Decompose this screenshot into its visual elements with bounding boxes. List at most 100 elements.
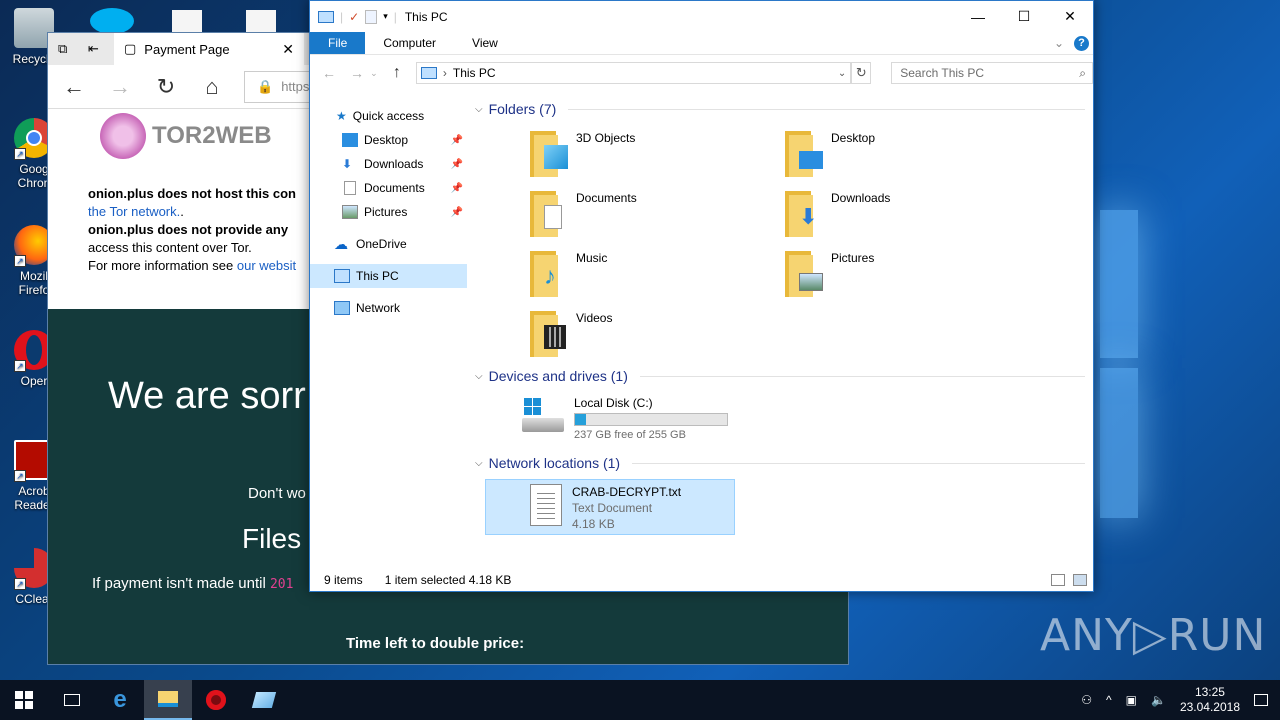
notice-line: onion.plus does not provide any bbox=[88, 222, 289, 237]
folder-music[interactable]: ♪ Music bbox=[530, 251, 607, 297]
taskbar-file-explorer[interactable] bbox=[144, 680, 192, 720]
group-folders-header[interactable]: ⌵ Folders (7) bbox=[475, 101, 1085, 117]
nav-network[interactable]: Network bbox=[310, 296, 467, 320]
file-crab-decrypt[interactable]: CRAB-DECRYPT.txt Text Document 4.18 KB bbox=[485, 479, 735, 535]
website-link[interactable]: our websit bbox=[237, 258, 296, 273]
tab-computer[interactable]: Computer bbox=[365, 32, 454, 54]
maximize-icon[interactable]: ☐ bbox=[1001, 1, 1047, 32]
separator: | bbox=[340, 9, 344, 24]
3d-cube-icon bbox=[544, 145, 568, 169]
folder-label: 3D Objects bbox=[576, 131, 636, 145]
clock[interactable]: 13:25 23.04.2018 bbox=[1180, 685, 1240, 715]
folder-3d-objects[interactable]: 3D Objects bbox=[530, 131, 635, 177]
tab-view[interactable]: View bbox=[454, 32, 516, 54]
set-aside-tabs-icon[interactable]: ⇤ bbox=[88, 41, 99, 57]
minimize-icon[interactable]: — bbox=[955, 1, 1001, 32]
up-icon[interactable]: ↑ bbox=[388, 64, 406, 82]
show-hidden-icons-icon[interactable]: ^ bbox=[1106, 693, 1112, 707]
download-arrow-icon: ⬇ bbox=[342, 157, 353, 171]
file-icon[interactable] bbox=[172, 10, 202, 34]
ransom-heading: We are sorr bbox=[108, 375, 306, 417]
task-view-button[interactable] bbox=[48, 680, 96, 720]
deadline-label: If payment isn't made until bbox=[92, 575, 266, 592]
nav-this-pc[interactable]: This PC bbox=[310, 264, 467, 288]
start-button[interactable] bbox=[0, 680, 48, 720]
back-icon[interactable]: ← bbox=[320, 65, 338, 81]
volume-icon[interactable]: 🔈 bbox=[1151, 693, 1166, 707]
nav-documents[interactable]: Documents 📌 bbox=[310, 176, 467, 200]
skype-icon[interactable] bbox=[90, 8, 134, 34]
navigation-pane: ★ Quick access Desktop 📌 ⬇ Downloads 📌 D… bbox=[310, 104, 467, 564]
help-icon[interactable]: ? bbox=[1074, 35, 1089, 51]
pin-icon[interactable]: 📌 bbox=[451, 207, 463, 218]
home-icon[interactable]: ⌂ bbox=[198, 74, 226, 100]
system-tray: ⚇ ^ ▣ 🔈 13:25 23.04.2018 bbox=[1081, 685, 1280, 715]
forward-icon[interactable]: → bbox=[106, 74, 134, 100]
nav-label: Desktop bbox=[364, 133, 409, 147]
new-folder-icon[interactable] bbox=[365, 9, 378, 24]
browser-tab[interactable]: ▢ Payment Page ✕ bbox=[114, 33, 304, 65]
pin-icon[interactable]: 📌 bbox=[451, 159, 463, 170]
taskbar-opera[interactable] bbox=[192, 680, 240, 720]
close-icon[interactable]: ✕ bbox=[1047, 1, 1093, 32]
properties-icon[interactable]: ✓ bbox=[349, 10, 359, 24]
pin-icon[interactable]: 📌 bbox=[451, 135, 463, 146]
tab-file[interactable]: File bbox=[310, 32, 366, 54]
network-icon[interactable]: ▣ bbox=[1126, 693, 1137, 707]
chevron-down-icon[interactable]: ⌵ bbox=[475, 458, 483, 469]
nav-label: Quick access bbox=[352, 109, 425, 123]
picture-icon bbox=[799, 273, 823, 291]
forward-icon[interactable]: → bbox=[348, 65, 366, 81]
search-input[interactable]: Search This PC ⌕ bbox=[891, 62, 1093, 84]
notifications-icon[interactable] bbox=[1254, 694, 1268, 706]
refresh-icon[interactable]: ↻ bbox=[851, 62, 872, 84]
group-devices-header[interactable]: ⌵ Devices and drives (1) bbox=[475, 368, 1085, 384]
back-icon[interactable]: ← bbox=[60, 74, 88, 100]
taskbar-edge[interactable]: e bbox=[96, 680, 144, 720]
text-file-icon bbox=[530, 484, 562, 526]
tab-actions-icon[interactable]: ⧉ bbox=[58, 41, 67, 57]
pin-icon[interactable]: 📌 bbox=[451, 183, 463, 194]
folder-downloads[interactable]: ⬇ Downloads bbox=[785, 191, 890, 237]
chevron-down-icon[interactable]: ⌵ bbox=[475, 104, 483, 115]
address-bar[interactable]: › This PC ⌄ bbox=[415, 62, 852, 84]
chevron-down-icon[interactable]: ⌵ bbox=[475, 371, 483, 382]
folder-documents[interactable]: Documents bbox=[530, 191, 637, 237]
taskbar-app[interactable] bbox=[240, 680, 288, 720]
nav-quick-access[interactable]: ★ Quick access bbox=[310, 104, 467, 128]
customize-toolbar-icon[interactable]: ▾ bbox=[383, 11, 388, 22]
tor-network-link[interactable]: the Tor network. bbox=[88, 204, 180, 219]
nav-label: This PC bbox=[356, 269, 399, 283]
drive-local-disk-c[interactable]: Local Disk (C:) 237 GB free of 255 GB bbox=[522, 396, 728, 441]
nav-desktop[interactable]: Desktop 📌 bbox=[310, 128, 467, 152]
horizontal-scrollbar[interactable]: › bbox=[848, 593, 849, 613]
expand-ribbon-icon[interactable]: ⌄ bbox=[1054, 36, 1064, 50]
folder-label: Music bbox=[576, 251, 608, 265]
nav-onedrive[interactable]: ☁ OneDrive bbox=[310, 232, 467, 256]
breadcrumb[interactable]: This PC bbox=[453, 66, 496, 80]
details-view-icon[interactable] bbox=[1051, 574, 1065, 586]
folder-label: Videos bbox=[576, 311, 613, 325]
group-network-header[interactable]: ⌵ Network locations (1) bbox=[475, 455, 1085, 471]
folder-desktop[interactable]: Desktop bbox=[785, 131, 875, 177]
chevron-down-icon[interactable]: ⌄ bbox=[838, 68, 850, 79]
anyrun-watermark: ANY▷RUN bbox=[1040, 610, 1267, 661]
pictures-icon bbox=[342, 205, 358, 219]
documents-icon bbox=[344, 181, 356, 195]
people-icon[interactable]: ⚇ bbox=[1081, 693, 1092, 707]
recent-locations-icon[interactable]: ⌄ bbox=[370, 68, 378, 79]
divider bbox=[639, 375, 1085, 377]
close-tab-icon[interactable]: ✕ bbox=[282, 41, 294, 58]
folder-icon bbox=[530, 191, 568, 237]
folder-videos[interactable]: Videos bbox=[530, 311, 612, 357]
refresh-icon[interactable]: ↻ bbox=[152, 74, 180, 100]
file-icon[interactable] bbox=[246, 10, 276, 34]
desktop-icon bbox=[799, 151, 823, 169]
folder-pictures[interactable]: Pictures bbox=[785, 251, 874, 297]
nav-downloads[interactable]: ⬇ Downloads 📌 bbox=[310, 152, 467, 176]
nav-pictures[interactable]: Pictures 📌 bbox=[310, 200, 467, 224]
app-icon bbox=[251, 692, 277, 708]
hard-drive-icon bbox=[522, 396, 566, 436]
large-icons-view-icon[interactable] bbox=[1073, 574, 1087, 586]
task-view-icon bbox=[64, 694, 80, 706]
